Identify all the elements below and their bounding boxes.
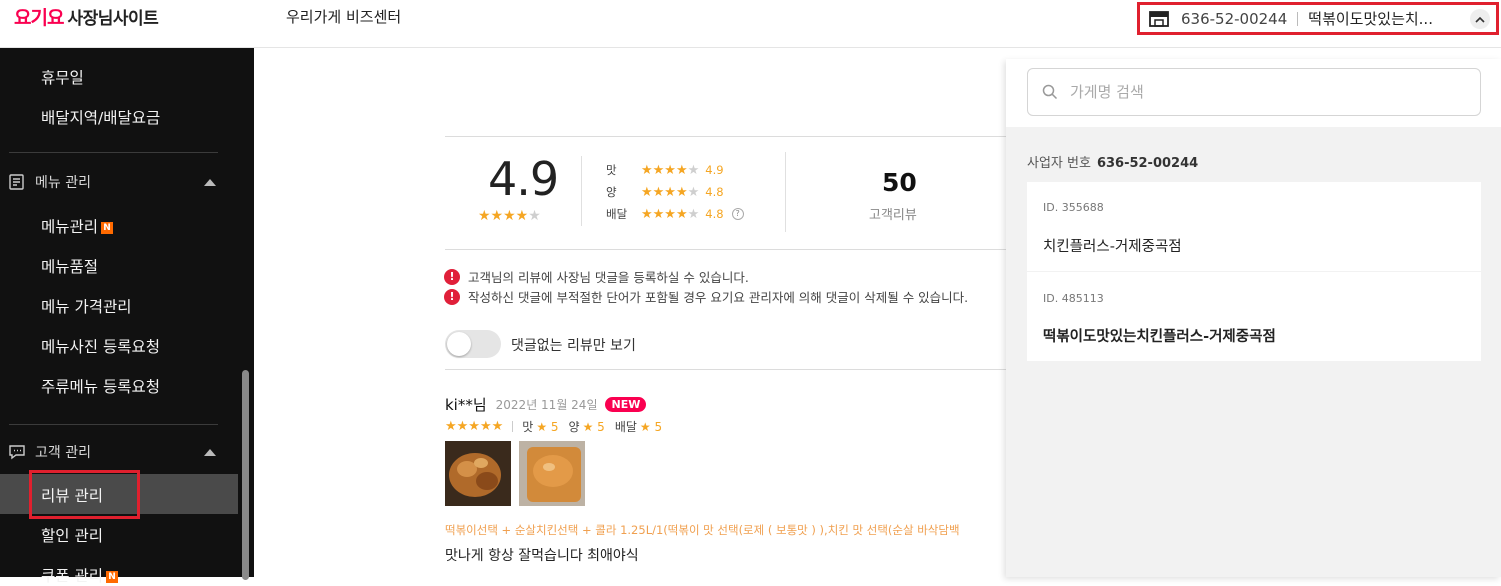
sidebar-item-holiday[interactable]: 휴무일 [41, 66, 84, 88]
selector-business-number: 636-52-00244 [1181, 9, 1288, 28]
dropdown-search-area [1006, 59, 1501, 127]
sidebar-section-customer-title: 고객 관리 [35, 445, 91, 461]
chat-bubble-icon [9, 445, 25, 460]
store-name: 치킨플러스-거제중곡점 [1043, 239, 1182, 255]
toggle-label: 댓글없는 리뷰만 보기 [511, 338, 636, 354]
order-details: 떡볶이선택 + 순살치킨선택 + 콜라 1.25L/1(떡볶이 맛 선택(로제 … [445, 523, 960, 537]
logo[interactable]: 요기요 사장님사이트 [14, 3, 159, 29]
review-photo[interactable] [445, 441, 511, 506]
new-badge: NEW [605, 397, 647, 412]
rating-row-quantity: 양 ★★★★★ 4.8 [606, 184, 724, 200]
store-dropdown-panel: 사업자 번호 636-52-00244 ID. 355688 치킨플러스-거제중곡… [1006, 59, 1501, 577]
review-photo[interactable] [519, 441, 585, 506]
store-icon [1149, 10, 1169, 27]
rating-value: 4.8 [705, 185, 724, 199]
sidebar-item-delivery-area[interactable]: 배달지역/배달요금 [41, 106, 160, 128]
highlight-box [29, 470, 140, 519]
sidebar-item-menu-soldout[interactable]: 메뉴품절 [41, 255, 98, 277]
rating-stars: ★★★★★ [641, 206, 700, 222]
sidebar-section-customer[interactable]: 고객 관리 [8, 442, 218, 462]
sidebar-item-menu-price[interactable]: 메뉴 가격관리 [41, 295, 132, 317]
sidebar-item-liquor-menu[interactable]: 주류메뉴 등록요청 [41, 375, 160, 397]
sidebar-scrollbar[interactable] [242, 370, 249, 580]
sidebar-divider [9, 424, 218, 425]
alert-icon: ! [444, 268, 460, 285]
sidebar-section-menu[interactable]: 메뉴 관리 [8, 172, 218, 192]
score-label: 배달 [614, 420, 637, 434]
logo-site-name: 사장님사이트 [67, 8, 159, 29]
score-divider [512, 421, 514, 432]
selector-store-name: 떡볶이도맛있는치... [1308, 10, 1433, 28]
help-icon[interactable]: ? [731, 208, 744, 220]
toggle-knob [447, 332, 471, 356]
score-value: ★ 5 [536, 419, 559, 434]
sidebar-item-label: 쿠폰 관리 [41, 567, 103, 585]
store-option[interactable]: ID. 355688 치킨플러스-거제중곡점 [1027, 182, 1481, 271]
rating-value: 4.8 [705, 207, 724, 221]
business-number-line: 사업자 번호 636-52-00244 [1027, 152, 1198, 171]
store-id: ID. 355688 [1043, 201, 1104, 214]
notice-text: 고객님의 리뷰에 사장님 댓글을 등록하실 수 있습니다. [468, 270, 749, 285]
new-badge: N [105, 571, 118, 583]
review-count: 50 [882, 168, 917, 197]
store-name: 떡볶이도맛있는치킨플러스-거제중곡점 [1043, 329, 1276, 345]
score-label: 맛 [522, 420, 534, 434]
review-header: ki**님 2022년 11월 24일 NEW [445, 394, 647, 415]
rating-row-taste: 맛 ★★★★★ 4.9 [606, 162, 724, 178]
store-option-selected[interactable]: ID. 485113 떡볶이도맛있는치킨플러스-거제중곡점 [1027, 272, 1481, 361]
review-count-label: 고객리뷰 [869, 208, 917, 223]
sidebar-section-menu-title: 메뉴 관리 [35, 175, 91, 191]
caret-up-icon [204, 178, 216, 186]
notice-reply: ! 고객님의 리뷰에 사장님 댓글을 등록하실 수 있습니다. [444, 267, 749, 286]
score-value: ★ 5 [639, 419, 663, 434]
alert-icon: ! [444, 288, 460, 305]
selector-divider [1297, 11, 1299, 26]
store-id: ID. 485113 [1043, 292, 1104, 305]
review-stars: ★★★★★ [445, 419, 504, 434]
menu-list-icon [9, 174, 24, 190]
score-number: 5 [597, 419, 605, 434]
business-number-value: 636-52-00244 [1096, 156, 1199, 171]
rating-value: 4.9 [705, 163, 724, 177]
sidebar-item-discount-manage[interactable]: 할인 관리 [41, 524, 103, 546]
chevron-up-icon[interactable] [1470, 9, 1490, 29]
sidebar-item-label: 메뉴관리 [41, 218, 99, 236]
vertical-divider [785, 152, 786, 232]
overall-rating: 4.9 [488, 152, 559, 206]
no-reply-toggle[interactable] [445, 330, 501, 358]
new-badge: N [101, 222, 114, 234]
review-scores: ★★★★★ 맛 ★ 5 양 ★ 5 배달 ★ 5 [445, 418, 672, 435]
rating-stars: ★★★★★ [641, 162, 700, 178]
reviewer-name: ki**님 [445, 396, 487, 414]
rating-label: 맛 [606, 163, 617, 177]
notice-delete: ! 작성하신 댓글에 부적절한 단어가 포함될 경우 요기요 관리자에 의해 댓… [444, 287, 968, 306]
rating-label: 배달 [606, 207, 628, 221]
rating-stars: ★★★★★ [641, 184, 700, 200]
search-icon [1042, 84, 1058, 100]
store-selector[interactable]: 636-52-00244 떡볶이도맛있는치... [1137, 2, 1499, 35]
score-value: ★ 5 [582, 419, 605, 434]
score-label: 양 [568, 420, 580, 434]
top-bar: 요기요 사장님사이트 우리가게 비즈센터 636-52-00244 떡볶이도맛있… [0, 0, 1501, 48]
score-number: 5 [654, 419, 663, 434]
caret-up-icon [204, 448, 216, 456]
sidebar-item-coupon-manage[interactable]: 쿠폰 관리 N [41, 564, 118, 586]
rating-label: 양 [606, 185, 617, 199]
store-search-input[interactable] [1070, 83, 1450, 101]
score-number: 5 [550, 419, 559, 434]
logo-brand: 요기요 [14, 6, 64, 29]
overall-stars: ★★★★★ [478, 208, 541, 224]
sidebar-item-menu-manage[interactable]: 메뉴관리 N [41, 215, 114, 237]
sidebar-item-menu-photo[interactable]: 메뉴사진 등록요청 [41, 335, 160, 357]
notice-text: 작성하신 댓글에 부적절한 단어가 포함될 경우 요기요 관리자에 의해 댓글이… [468, 290, 969, 305]
review-date: 2022년 11월 24일 [495, 398, 598, 412]
sidebar: 휴무일 배달지역/배달요금 메뉴 관리 메뉴관리 N 메뉴품절 메뉴 가격관리 메… [0, 48, 254, 585]
rating-row-delivery: 배달 ★★★★★ 4.8 ? [606, 206, 744, 222]
sidebar-divider [9, 152, 218, 153]
business-number-label: 사업자 번호 [1027, 156, 1091, 171]
page-title: 우리가게 비즈센터 [286, 8, 402, 26]
review-text: 맛나게 항상 잘먹습니다 최애야식 [445, 548, 639, 564]
store-search-box[interactable] [1027, 68, 1481, 116]
vertical-divider [581, 156, 582, 226]
